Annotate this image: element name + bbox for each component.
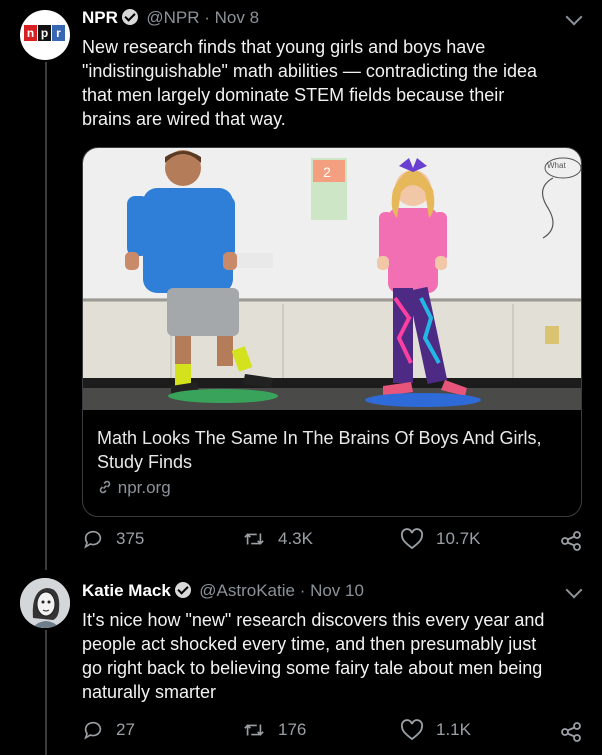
- like-button[interactable]: 10.7K: [400, 528, 480, 550]
- verified-icon: [174, 582, 191, 598]
- tweet-text: New research finds that young girls and …: [82, 37, 538, 129]
- retweet-icon: [244, 533, 264, 545]
- verified-icon: [121, 9, 138, 25]
- share-button[interactable]: [560, 721, 582, 748]
- reply-button[interactable]: 27: [82, 719, 135, 741]
- display-name[interactable]: Katie Mack: [82, 581, 171, 600]
- avatar-drawing: [20, 578, 70, 628]
- sign-number: 2: [323, 164, 331, 180]
- reply-button[interactable]: 375: [82, 528, 144, 550]
- retweet-button[interactable]: 176: [242, 719, 306, 741]
- share-button[interactable]: [560, 530, 582, 557]
- like-icon: [400, 719, 424, 741]
- katie-mack-avatar[interactable]: [20, 578, 70, 628]
- reply-icon: [84, 530, 102, 549]
- share-icon: [561, 722, 581, 742]
- retweet-icon: [244, 724, 264, 736]
- thread-line: [45, 62, 47, 570]
- handle-date[interactable]: @NPR · Nov 8: [146, 8, 259, 27]
- link-icon: [99, 480, 111, 494]
- display-name[interactable]: NPR: [82, 8, 118, 27]
- chevron-down-icon[interactable]: [565, 8, 583, 26]
- tweet-header: Katie Mack @AstroKatie · Nov 10: [82, 581, 364, 601]
- npr-logo: n p r: [24, 25, 65, 41]
- board-scribble: What: [547, 161, 566, 170]
- share-icon: [561, 531, 581, 551]
- retweet-button[interactable]: 4.3K: [242, 528, 313, 550]
- card-domain[interactable]: npr.org: [97, 478, 171, 498]
- reply-icon: [84, 721, 102, 740]
- article-photo: 2 What: [83, 148, 581, 410]
- tweet-text: It's nice how "new" research discovers t…: [82, 610, 545, 702]
- card-title[interactable]: Math Looks The Same In The Brains Of Boy…: [97, 426, 567, 474]
- thread-line: [45, 630, 47, 755]
- handle-date[interactable]: @AstroKatie · Nov 10: [199, 581, 364, 600]
- link-card[interactable]: 2 What Math Looks The Same In The Brains…: [82, 147, 582, 517]
- chevron-down-icon[interactable]: [565, 581, 583, 599]
- tweet-header: NPR @NPR · Nov 8: [82, 8, 259, 28]
- like-button[interactable]: 1.1K: [400, 719, 471, 741]
- npr-avatar[interactable]: n p r: [20, 10, 70, 60]
- like-icon: [400, 528, 424, 550]
